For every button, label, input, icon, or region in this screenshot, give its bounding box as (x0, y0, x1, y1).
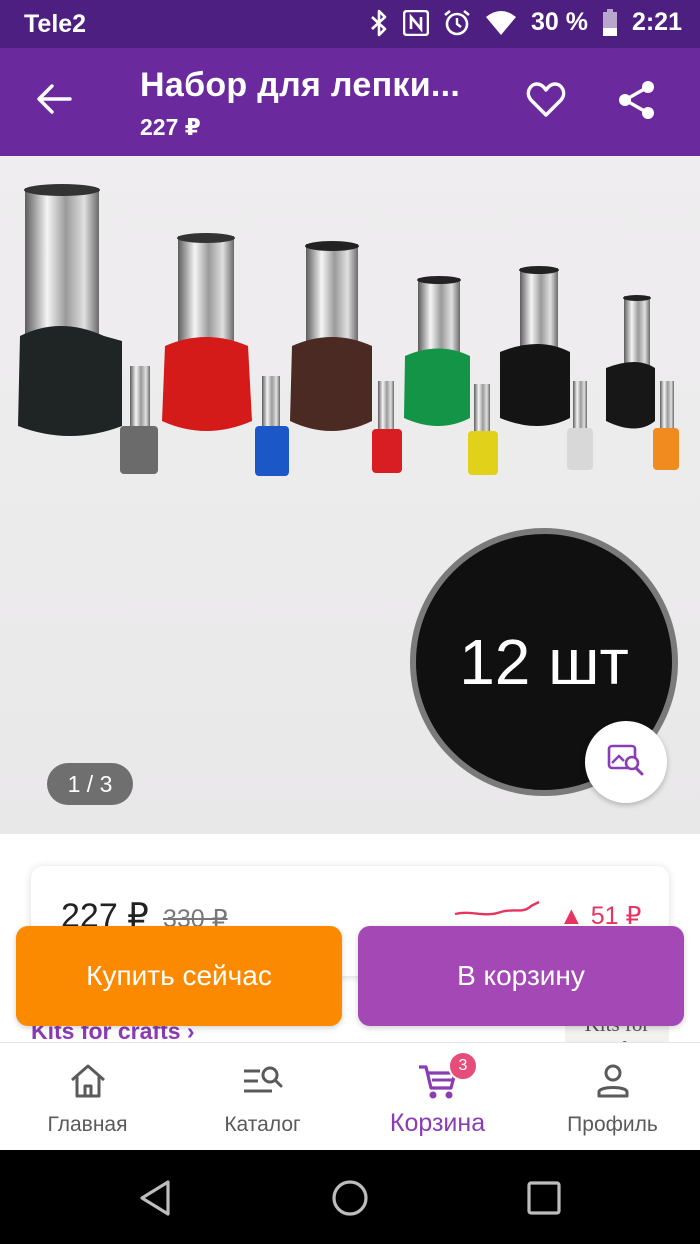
share-button[interactable] (613, 78, 661, 126)
heart-icon (526, 81, 566, 123)
carrier-name: Tele2 (24, 10, 87, 38)
product-title: Набор для лепки... (140, 66, 461, 104)
battery-icon (602, 8, 618, 37)
add-to-cart-button[interactable]: В корзину (358, 926, 684, 1026)
product-gallery[interactable]: 12 шт 1 / 3 (0, 156, 700, 834)
visual-search-button[interactable] (585, 721, 667, 803)
clock: 2:21 (631, 8, 682, 36)
nfc-icon (402, 9, 429, 36)
profile-icon (525, 1063, 700, 1099)
buy-now-button[interactable]: Купить сейчас (16, 926, 342, 1026)
app-bar: Набор для лепки... 227 ₽ (0, 48, 700, 156)
share-icon (616, 79, 658, 126)
system-home-button[interactable] (330, 1178, 370, 1218)
nav-label-home: Главная (47, 1113, 128, 1136)
triangle-back-icon (140, 1180, 170, 1216)
nav-profile[interactable]: Профиль (525, 1043, 700, 1151)
nav-label-cart: Корзина (389, 1109, 486, 1137)
nav-label-catalog: Каталог (224, 1113, 301, 1136)
gallery-page-indicator: 1 / 3 (47, 763, 133, 805)
nav-cart[interactable]: 3 Корзина (350, 1043, 525, 1151)
system-recents-button[interactable] (526, 1180, 562, 1216)
alarm-icon (443, 9, 471, 37)
circle-home-icon (332, 1180, 368, 1216)
nav-home[interactable]: Главная (0, 1043, 175, 1151)
square-recents-icon (527, 1181, 561, 1215)
nav-catalog[interactable]: Каталог (175, 1043, 350, 1151)
status-icons: 30 % 2:21 (369, 8, 682, 37)
system-back-button[interactable] (136, 1178, 176, 1218)
wifi-icon (485, 10, 517, 36)
header-price: 227 ₽ (140, 114, 201, 140)
bottom-navigation: Главная Каталог 3 Корзина Профиль (0, 1042, 700, 1151)
arrow-left-icon (36, 83, 72, 120)
cart-icon (350, 1063, 525, 1101)
nav-label-profile: Профиль (567, 1113, 658, 1136)
battery-level: 30 % (530, 8, 588, 36)
cart-badge: 3 (448, 1051, 478, 1081)
catalog-search-icon (175, 1063, 350, 1099)
favorite-button[interactable] (522, 78, 570, 126)
home-icon (0, 1063, 175, 1099)
back-button[interactable] (30, 81, 78, 121)
status-bar: Tele2 30 % 2:21 (0, 0, 700, 48)
image-search-icon (607, 743, 645, 782)
bluetooth-icon (369, 9, 389, 37)
price-trend-sparkline (454, 900, 540, 916)
system-navigation-bar (0, 1150, 700, 1244)
